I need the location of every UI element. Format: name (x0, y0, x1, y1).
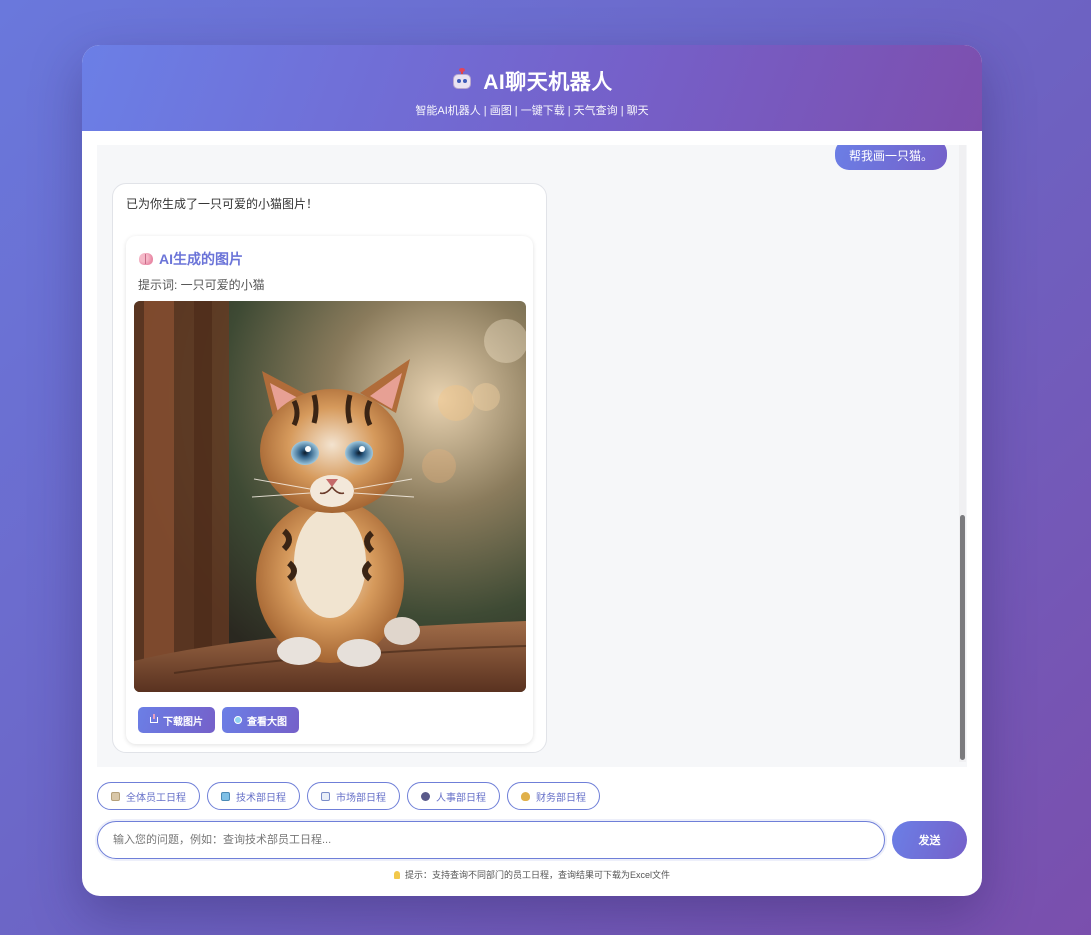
message-input-row: 发送 (97, 821, 967, 859)
image-card-title: AI生成的图片 (159, 251, 243, 267)
app-title: AI聊天机器人 (483, 71, 613, 94)
send-button[interactable]: 发送 (892, 821, 967, 859)
hint-text: 提示：支持查询不同部门的员工日程，查询结果可下载为Excel文件 (404, 870, 670, 880)
download-image-button[interactable]: 下载图片 (138, 707, 215, 733)
download-image-label: 下载图片 (163, 716, 203, 728)
title-row: AI聊天机器人 (82, 66, 982, 96)
chat-window: AI聊天机器人 智能AI机器人 | 画图 | 一键下载 | 天气查询 | 聊天 … (82, 45, 982, 896)
quick-finance-dept-label: 财务部日程 (536, 792, 586, 804)
app-subtitle: 智能AI机器人 | 画图 | 一键下载 | 天气查询 | 聊天 (415, 105, 649, 117)
brain-icon (139, 253, 153, 265)
lightbulb-icon (393, 870, 400, 879)
chart-icon (321, 791, 330, 801)
money-bag-icon (521, 791, 530, 801)
quick-actions: 全体员工日程 技术部日程 市场部日程 人事部日程 财务部日程 (97, 782, 600, 810)
generated-kitten-image[interactable] (134, 301, 526, 692)
clipboard-icon (111, 791, 120, 801)
download-icon (150, 714, 158, 723)
bot-message-text: 已为你生成了一只可爱的小猫图片！ (126, 197, 319, 211)
people-icon (421, 791, 430, 801)
header: AI聊天机器人 智能AI机器人 | 画图 | 一键下载 | 天气查询 | 聊天 (82, 45, 982, 131)
view-large-image-button[interactable]: 查看大图 (222, 707, 299, 733)
quick-hr-dept-button[interactable]: 人事部日程 (407, 782, 500, 810)
magnifier-icon (234, 716, 242, 724)
image-actions: 下载图片 查看大图 (138, 707, 299, 733)
quick-tech-dept-label: 技术部日程 (236, 792, 286, 804)
quick-marketing-dept-button[interactable]: 市场部日程 (307, 782, 400, 810)
quick-finance-dept-button[interactable]: 财务部日程 (507, 782, 600, 810)
image-card-header: AI生成的图片 (139, 249, 243, 269)
computer-icon (221, 791, 230, 801)
bot-message: 已为你生成了一只可爱的小猫图片！ AI生成的图片 提示词: 一只可爱的小猫 下载… (112, 183, 547, 753)
chat-area[interactable]: 帮我画一只猫。 已为你生成了一只可爱的小猫图片！ AI生成的图片 提示词: 一只… (97, 145, 967, 767)
quick-all-staff-button[interactable]: 全体员工日程 (97, 782, 200, 810)
message-input[interactable] (97, 821, 885, 859)
hint: 提示：支持查询不同部门的员工日程，查询结果可下载为Excel文件 (82, 868, 982, 881)
quick-all-staff-label: 全体员工日程 (126, 792, 186, 804)
chat-scrollbar-thumb[interactable] (960, 515, 965, 760)
quick-marketing-dept-label: 市场部日程 (336, 792, 386, 804)
view-large-image-label: 查看大图 (247, 716, 287, 728)
image-card: AI生成的图片 提示词: 一只可爱的小猫 下载图片 查看大图 (126, 236, 533, 744)
user-message: 帮我画一只猫。 (834, 145, 947, 170)
robot-icon (451, 68, 473, 92)
quick-tech-dept-button[interactable]: 技术部日程 (207, 782, 300, 810)
image-prompt: 提示词: 一只可爱的小猫 (138, 278, 265, 292)
quick-hr-dept-label: 人事部日程 (436, 792, 486, 804)
